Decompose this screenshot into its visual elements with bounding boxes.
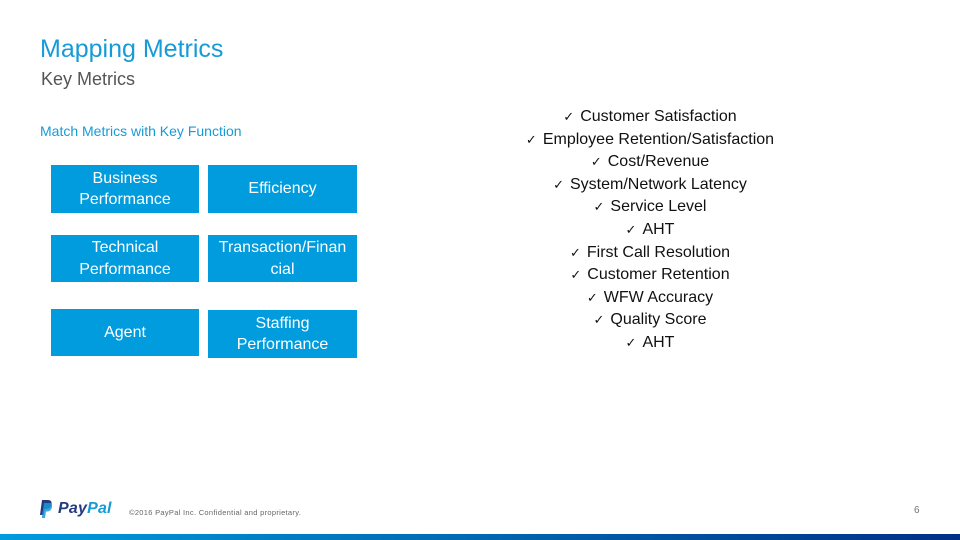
checklist-item: ✓ Service Level bbox=[593, 198, 707, 216]
check-icon: ✓ bbox=[593, 313, 605, 329]
checklist-item: ✓ AHT bbox=[625, 333, 675, 351]
section-label: Match Metrics with Key Function bbox=[40, 123, 242, 139]
function-box-agent: Agent bbox=[51, 309, 199, 356]
check-icon: ✓ bbox=[563, 110, 575, 125]
check-icon: ✓ bbox=[590, 155, 602, 171]
function-box-transaction-financial: Transaction/Finan cial bbox=[208, 235, 357, 282]
check-icon: ✓ bbox=[593, 200, 605, 216]
slide-subtitle: Key Metrics bbox=[41, 69, 136, 89]
metrics-checklist: ✓ Customer Satisfaction ✓ Employee Retenti… bbox=[470, 106, 830, 355]
paypal-p-icon bbox=[40, 499, 52, 518]
paypal-wordmark: PayPal bbox=[58, 500, 112, 517]
check-icon: ✓ bbox=[625, 335, 637, 351]
box-line: Performance bbox=[79, 260, 171, 278]
box-line: Technical bbox=[91, 239, 159, 256]
checklist-item: ✓ System/Network Latency bbox=[553, 175, 747, 193]
checklist-item: ✓ Quality Score bbox=[593, 311, 707, 329]
checklist-item: ✓ AHT bbox=[625, 220, 675, 238]
checklist-item: ✓ First Call Resolution bbox=[569, 243, 731, 261]
box-line: Performance bbox=[236, 336, 329, 353]
copyright-notice: ©2016 PayPal Inc. Confidential and propr… bbox=[129, 508, 302, 517]
check-icon: ✓ bbox=[570, 268, 582, 284]
checklist-item: ✓ Customer Retention bbox=[570, 266, 730, 284]
paypal-logo: PayPal bbox=[40, 499, 112, 519]
function-box-staffing-performance: Staffing Performance bbox=[208, 310, 357, 358]
check-icon: ✓ bbox=[569, 245, 581, 261]
checklist-item: ✓ Employee Retention/Satisfaction bbox=[525, 130, 775, 148]
checklist-item: ✓ WFW Accuracy bbox=[586, 288, 714, 306]
checklist-item: ✓ Cost/Revenue bbox=[590, 153, 710, 171]
page-number: 6 bbox=[914, 505, 920, 516]
box-line: Business bbox=[92, 169, 158, 187]
check-icon: ✓ bbox=[586, 290, 598, 306]
box-line: Performance bbox=[79, 191, 171, 208]
box-line: Transaction/Finan bbox=[218, 239, 347, 256]
function-box-efficiency: Efficiency bbox=[208, 165, 357, 213]
box-line: Efficiency bbox=[248, 180, 317, 198]
box-line: Agent bbox=[104, 323, 146, 341]
function-box-business-performance: Business Performance bbox=[51, 165, 199, 213]
check-icon: ✓ bbox=[553, 177, 564, 193]
function-box-technical-performance: Technical Performance bbox=[51, 235, 199, 282]
slide-title: Mapping Metrics bbox=[40, 35, 224, 63]
box-line: cial bbox=[270, 260, 295, 278]
bottom-gradient-bar bbox=[0, 534, 960, 540]
check-icon: ✓ bbox=[625, 222, 637, 238]
check-icon: ✓ bbox=[525, 132, 537, 148]
checklist-item: ✓ Customer Satisfaction bbox=[563, 108, 737, 125]
box-line: Staffing bbox=[255, 314, 310, 332]
